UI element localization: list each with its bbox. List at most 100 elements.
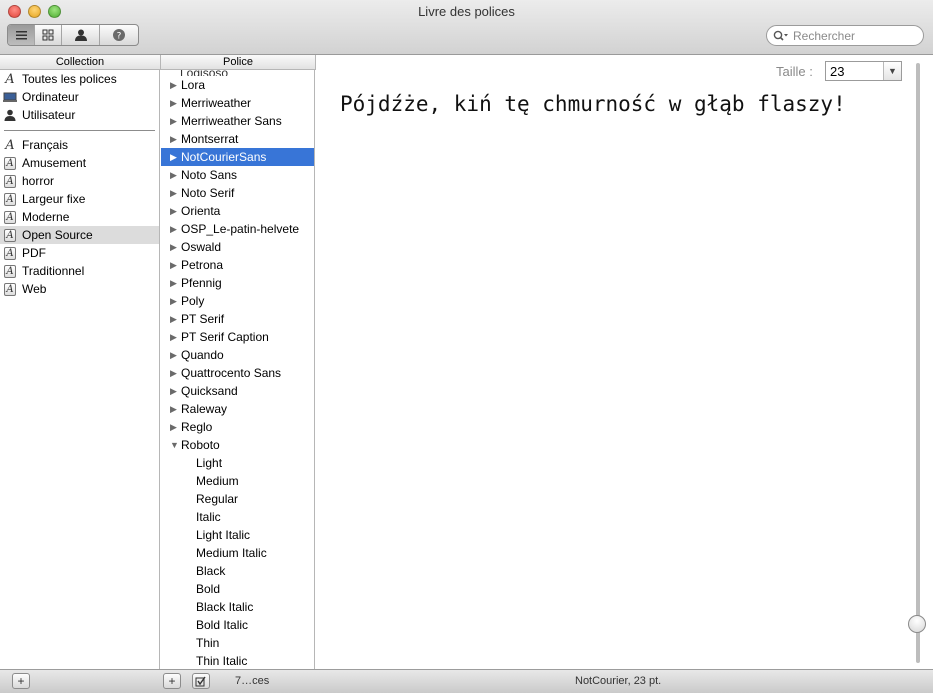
font-info-button[interactable]: ? [100, 25, 138, 45]
list-view-button[interactable] [8, 25, 35, 45]
size-value[interactable]: 23 [826, 64, 883, 79]
disclosure-triangle-icon[interactable]: ▶ [170, 206, 180, 217]
typeface-row[interactable]: Regular [161, 490, 314, 508]
font-row-label: Lora [181, 78, 206, 92]
grid-view-button[interactable] [35, 25, 62, 45]
font-row[interactable]: ▶ PT Serif Caption [161, 328, 314, 346]
typeface-row[interactable]: Thin [161, 634, 314, 652]
search-input[interactable] [793, 28, 913, 43]
collection-item-horror[interactable]: A horror [0, 172, 159, 190]
collection-item-open-source[interactable]: A Open Source [0, 226, 159, 244]
disclosure-triangle-icon[interactable]: ▶ [170, 386, 180, 397]
font-column-header[interactable]: Police [161, 55, 316, 70]
typeface-row[interactable]: Bold Italic [161, 616, 314, 634]
disclosure-triangle-icon[interactable]: ▶ [170, 134, 180, 145]
collection-icon: A [4, 156, 16, 170]
collection-item-web[interactable]: A Web [0, 280, 159, 298]
font-row[interactable]: ▶ Lora [161, 76, 314, 94]
collection-item-francais[interactable]: A Français [0, 136, 159, 154]
disclosure-triangle-icon[interactable]: ▶ [170, 422, 180, 433]
collection-item-pdf[interactable]: A PDF [0, 244, 159, 262]
collection-item-moderne[interactable]: A Moderne [0, 208, 159, 226]
disclosure-triangle-open-icon[interactable]: ▼ [170, 440, 180, 450]
typeface-row[interactable]: Medium Italic [161, 544, 314, 562]
disclosure-triangle-icon[interactable]: ▶ [170, 332, 180, 343]
user-icon [3, 108, 17, 122]
disclosure-triangle-icon[interactable]: ▶ [170, 116, 180, 127]
font-row[interactable]: ▶ Pfennig [161, 274, 314, 292]
collection-item-all-fonts[interactable]: A Toutes les polices [0, 70, 159, 88]
font-row-selected[interactable]: ▶ NotCourierSans [161, 148, 314, 166]
collection-icon: A [4, 264, 16, 278]
typeface-row[interactable]: Bold [161, 580, 314, 598]
disclosure-triangle-icon[interactable]: ▶ [170, 314, 180, 325]
user-fonts-button[interactable] [62, 25, 100, 45]
font-row[interactable]: ▶ Noto Serif [161, 184, 314, 202]
size-slider-knob[interactable] [908, 615, 926, 633]
collection-item-largeur-fixe[interactable]: A Largeur fixe [0, 190, 159, 208]
size-combobox[interactable]: 23 ▼ [825, 61, 902, 81]
typeface-row[interactable]: Black [161, 562, 314, 580]
font-row[interactable]: ▶ PT Serif [161, 310, 314, 328]
font-row[interactable]: ▶ Merriweather Sans [161, 112, 314, 130]
font-row[interactable]: ▶ Quicksand [161, 382, 314, 400]
disclosure-triangle-icon[interactable]: ▶ [170, 296, 180, 307]
collection-item-amusement[interactable]: A Amusement [0, 154, 159, 172]
collection-column-header[interactable]: Collection [0, 55, 161, 70]
collection-icon: A [4, 210, 16, 224]
enable-font-button[interactable] [192, 673, 210, 689]
font-row[interactable]: ▶ Petrona [161, 256, 314, 274]
collection-icon: A [4, 192, 16, 206]
disclosure-triangle-icon[interactable]: ▶ [170, 260, 180, 271]
font-row[interactable]: ▶ Montserrat [161, 130, 314, 148]
font-row-label: Montserrat [181, 132, 239, 146]
font-A-icon: A [5, 137, 15, 153]
font-row[interactable]: ▶ Quattrocento Sans [161, 364, 314, 382]
font-row[interactable]: ▶ Merriweather [161, 94, 314, 112]
typeface-row[interactable]: Black Italic [161, 598, 314, 616]
font-row-expanded[interactable]: ▼ Roboto [161, 436, 314, 454]
chevron-down-icon[interactable]: ▼ [883, 62, 901, 80]
typeface-row[interactable]: Light [161, 454, 314, 472]
font-row[interactable]: ▶ Orienta [161, 202, 314, 220]
disclosure-triangle-icon[interactable]: ▶ [170, 278, 180, 289]
computer-icon [3, 90, 17, 104]
disclosure-triangle-icon[interactable]: ▶ [170, 242, 180, 253]
font-row[interactable]: ▶ Oswald [161, 238, 314, 256]
size-slider-track[interactable] [916, 63, 920, 663]
add-font-button[interactable]: + [163, 673, 181, 689]
search-field[interactable] [766, 25, 924, 46]
disclosure-triangle-icon[interactable]: ▶ [170, 404, 180, 415]
font-row-label: Orienta [181, 204, 221, 218]
collection-item-traditionnel[interactable]: A Traditionnel [0, 262, 159, 280]
disclosure-triangle-icon[interactable]: ▶ [170, 350, 180, 361]
typeface-row[interactable]: Italic [161, 508, 314, 526]
collection-item-user[interactable]: Utilisateur [0, 106, 159, 124]
checkbox-icon [195, 676, 206, 686]
preview-text: Pójdźże, kiń tę chmurność w głąb flaszy! [340, 92, 846, 116]
font-list: Logisoso ▶Lora ▶Merriweather ▶Merriweath… [161, 70, 315, 669]
collection-item-computer[interactable]: Ordinateur [0, 88, 159, 106]
font-row[interactable]: ▶ Reglo [161, 418, 314, 436]
title-bar: Livre des polices ? [0, 0, 933, 55]
disclosure-triangle-icon[interactable]: ▶ [170, 98, 180, 109]
font-row[interactable]: ▶ OSP_Le-patin-helvete [161, 220, 314, 238]
font-row-label: Pfennig [181, 276, 222, 290]
disclosure-triangle-icon[interactable]: ▶ [170, 224, 180, 235]
disclosure-triangle-icon[interactable]: ▶ [170, 170, 180, 181]
collection-item-label: Utilisateur [22, 108, 76, 122]
typeface-row[interactable]: Light Italic [161, 526, 314, 544]
font-row-label: Petrona [181, 258, 224, 272]
disclosure-triangle-icon[interactable]: ▶ [170, 188, 180, 199]
font-row[interactable]: ▶ Quando [161, 346, 314, 364]
font-row[interactable]: ▶ Poly [161, 292, 314, 310]
disclosure-triangle-icon[interactable]: ▶ [170, 152, 180, 163]
typeface-row[interactable]: Medium [161, 472, 314, 490]
collection-item-label: horror [22, 174, 55, 188]
disclosure-triangle-icon[interactable]: ▶ [170, 80, 180, 91]
disclosure-triangle-icon[interactable]: ▶ [170, 368, 180, 379]
add-collection-button[interactable]: + [12, 673, 30, 689]
font-row[interactable]: ▶ Noto Sans [161, 166, 314, 184]
font-row[interactable]: ▶ Raleway [161, 400, 314, 418]
typeface-row[interactable]: Thin Italic [161, 652, 314, 669]
